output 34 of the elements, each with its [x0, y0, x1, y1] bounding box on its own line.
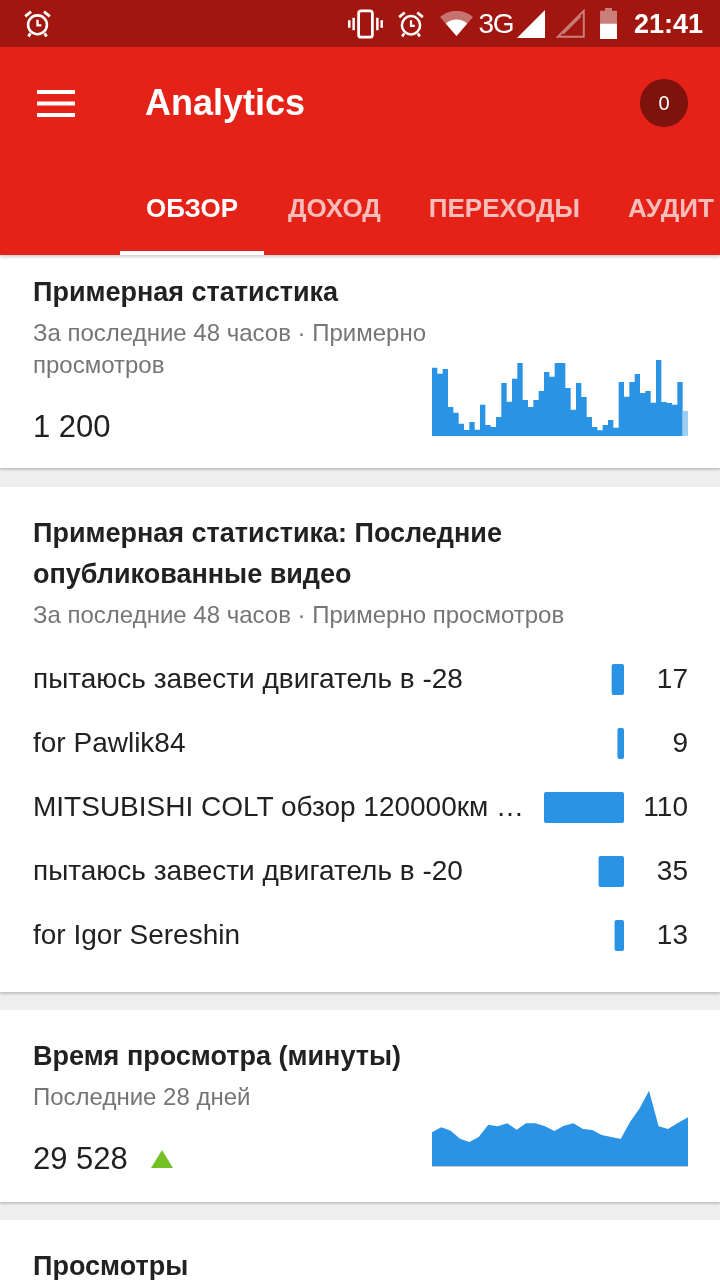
clock-time: 21:41	[633, 8, 703, 39]
views-bar	[598, 855, 624, 887]
video-title[interactable]: for Pawlik84	[33, 727, 536, 759]
vibrate-icon	[347, 8, 383, 39]
menu-icon[interactable]	[37, 89, 75, 117]
card-title: Время просмотра (минуты)	[33, 1040, 402, 1073]
alarm-clock-icon	[22, 8, 53, 39]
views-count: 9	[671, 727, 688, 759]
app-title: Analytics	[145, 81, 306, 125]
views-count: 35	[655, 855, 688, 887]
card-subtitle: Последние 28 дней	[33, 1082, 252, 1112]
network-type-label: 3G	[478, 8, 513, 39]
battery-icon	[599, 8, 617, 39]
signal-icon	[516, 9, 545, 38]
video-title[interactable]: пытаюсь завести двигатель в -28	[33, 663, 536, 695]
video-title[interactable]: пытаюсь завести двигатель в -20	[33, 855, 536, 887]
card-title: Примерная статистика: Последние опубликованные видео	[33, 517, 503, 591]
wifi-icon	[439, 11, 473, 36]
card-subtitle: За последние 48 часов · Примерно просмотров	[33, 600, 566, 630]
views-count: 110	[642, 791, 688, 823]
card-title: Просмотры	[33, 1250, 190, 1280]
counter-badge[interactable]: 0	[640, 79, 688, 127]
empty-signal-icon	[555, 9, 585, 38]
views-count: 13	[655, 919, 688, 951]
views-count: 17	[655, 663, 688, 695]
stat-value: 29 528	[33, 1141, 128, 1177]
video-title[interactable]: MITSUBISHI COLT обзор 120000км …	[33, 791, 536, 823]
views-bar	[617, 727, 624, 759]
views-bar	[611, 663, 624, 695]
stat-value: 1 200	[33, 409, 111, 445]
views-bar	[614, 919, 624, 951]
video-title[interactable]: for Igor Sereshin	[33, 919, 536, 951]
card-subtitle: За последние 48 часов · Примерно просмотров	[33, 318, 428, 380]
card-title: Примерная статистика	[33, 276, 340, 309]
